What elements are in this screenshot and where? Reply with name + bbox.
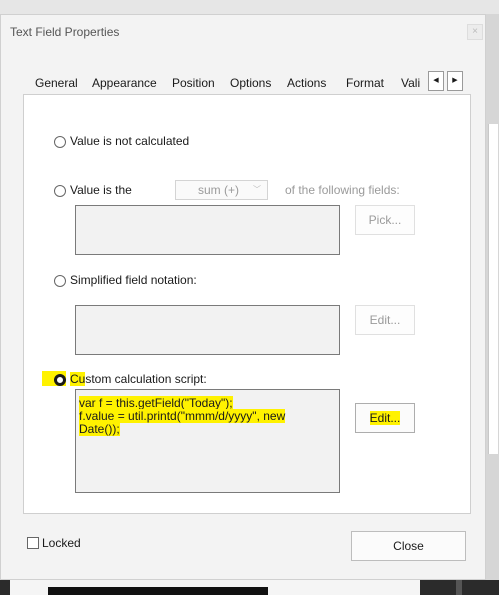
radio-custom-script[interactable] <box>54 374 66 386</box>
custom-script-label-rest: stom calculation script: <box>85 372 207 386</box>
calculate-tab-panel: Value is not calculated Value is the sum… <box>23 94 471 514</box>
custom-script-box[interactable]: var f = this.getField("Today"); f.value … <box>75 389 340 493</box>
tab-format[interactable]: Format <box>346 71 384 95</box>
tab-actions[interactable]: Actions <box>287 71 326 95</box>
background-document-bottom <box>0 580 499 595</box>
background-window-top <box>0 0 499 14</box>
radio-value-is-the[interactable] <box>54 185 66 197</box>
radio-simplified-notation[interactable] <box>54 275 66 287</box>
chevron-down-icon: ﹀ <box>253 185 261 194</box>
script-line-1-text: var f = this.getField("Today"); <box>79 396 233 410</box>
custom-script-label: Custom calculation script: <box>70 372 207 386</box>
fields-list-box[interactable] <box>75 205 340 255</box>
background-text-bar <box>48 587 268 595</box>
tab-options[interactable]: Options <box>230 71 271 95</box>
locked-label: Locked <box>42 536 81 550</box>
simplified-notation-box[interactable] <box>75 305 340 355</box>
script-line-3-text: Date()); <box>79 422 120 436</box>
tab-strip: General Appearance Position Options Acti… <box>29 71 471 95</box>
operation-select-value: sum (+) <box>198 183 240 197</box>
background-document-edge <box>486 14 499 595</box>
dialog-title: Text Field Properties <box>10 25 120 39</box>
custom-script-edit-button[interactable]: Edit... <box>355 403 415 433</box>
tab-appearance[interactable]: Appearance <box>92 71 157 95</box>
simplified-edit-button[interactable]: Edit... <box>355 305 415 335</box>
following-fields-label: of the following fields: <box>285 183 400 197</box>
background-page <box>488 124 498 454</box>
tab-position[interactable]: Position <box>172 71 215 95</box>
script-line-3: Date()); <box>79 422 336 436</box>
tab-list: General Appearance Position Options Acti… <box>29 71 428 95</box>
pick-button[interactable]: Pick... <box>355 205 415 235</box>
close-button[interactable]: Close <box>351 531 466 561</box>
radio-not-calculated[interactable] <box>54 136 66 148</box>
simplified-notation-label: Simplified field notation: <box>70 273 197 287</box>
tab-general[interactable]: General <box>35 71 78 95</box>
text-field-properties-dialog: Text Field Properties × General Appearan… <box>0 14 486 580</box>
close-icon[interactable]: × <box>467 24 483 40</box>
not-calculated-label: Value is not calculated <box>70 134 190 148</box>
custom-script-edit-label: Edit... <box>369 411 401 425</box>
dialog-titlebar: Text Field Properties × <box>1 15 485 49</box>
script-line-2-text: f.value = util.printd("mmm/d/yyyy", new <box>79 409 286 423</box>
background-scrollbar <box>456 580 462 595</box>
custom-script-label-highlighted: Cu <box>70 372 86 386</box>
tab-scroll-right-icon[interactable]: ▶ <box>447 71 463 91</box>
locked-checkbox[interactable] <box>27 537 39 549</box>
tab-scroll-left-icon[interactable]: ◀ <box>428 71 444 91</box>
tab-validate[interactable]: Vali <box>401 71 420 95</box>
operation-select[interactable]: sum (+) ﹀ <box>175 180 268 200</box>
value-is-the-label: Value is the <box>70 183 132 197</box>
